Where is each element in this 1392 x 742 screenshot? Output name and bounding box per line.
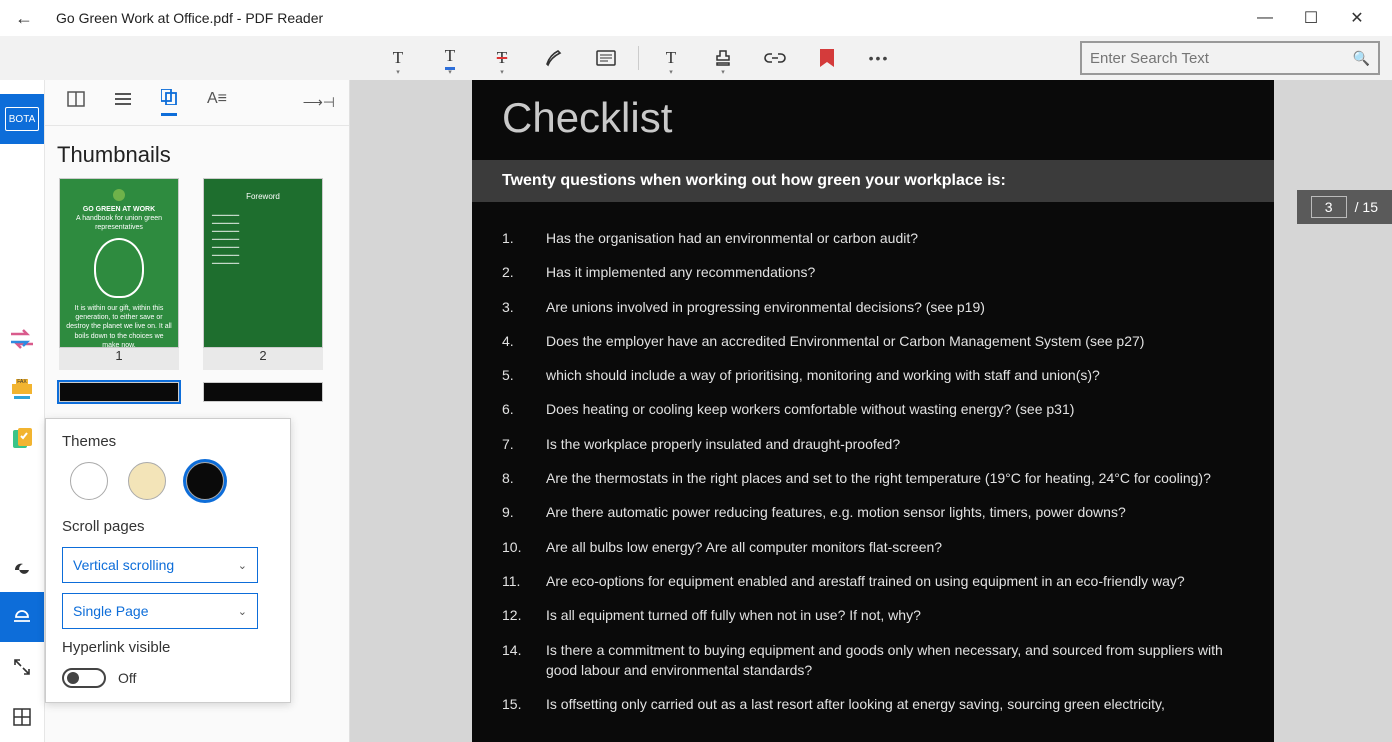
search-box[interactable]: 🔍: [1080, 41, 1380, 75]
title-bar: ← Go Green Work at Office.pdf - PDF Read…: [0, 0, 1392, 36]
hyperlink-label: Hyperlink visible: [62, 639, 274, 656]
list-item: 3.Are unions involved in progressing env…: [502, 297, 1244, 317]
left-rail: BOTA FAX: [0, 80, 44, 742]
scroll-label: Scroll pages: [62, 518, 274, 535]
thumbnail-grid: GO GREEN AT WORKA handbook for union gre…: [45, 178, 349, 402]
bookmark-icon: [820, 49, 834, 67]
window-title: Go Green Work at Office.pdf - PDF Reader: [56, 10, 323, 26]
bookmark-tool[interactable]: [801, 38, 853, 78]
page-mode-select[interactable]: Single Page⌄: [62, 593, 258, 629]
list-item: 14. Is there a commitment to buying equi…: [502, 640, 1244, 681]
theme-sepia[interactable]: [128, 462, 166, 500]
minimize-button[interactable]: —: [1242, 9, 1288, 27]
night-mode-icon[interactable]: [0, 542, 44, 592]
text-tool[interactable]: T: [645, 38, 697, 78]
theme-dark[interactable]: [186, 462, 224, 500]
more-tools[interactable]: •••: [853, 38, 905, 78]
strikethrough-tool[interactable]: T: [476, 38, 528, 78]
svg-text:FAX: FAX: [17, 379, 27, 385]
fax-icon[interactable]: FAX: [0, 364, 44, 414]
grid-view-icon[interactable]: [0, 692, 44, 742]
side-panel: A≡ ⟶⊣ Thumbnails GO GREEN AT WORKA handb…: [44, 80, 350, 742]
stamp-tool[interactable]: [697, 38, 749, 78]
bota-button[interactable]: BOTA: [0, 94, 44, 144]
pdf-page: Checklist Twenty questions when working …: [472, 80, 1274, 742]
panel-title: Thumbnails: [45, 126, 349, 178]
chevron-down-icon: ⌄: [238, 559, 247, 572]
current-page-input[interactable]: 3: [1311, 196, 1347, 218]
note-tool[interactable]: [580, 38, 632, 78]
list-item: 10. Are all bulbs low energy? Are all co…: [502, 537, 1244, 557]
hyperlink-toggle[interactable]: [62, 668, 106, 688]
list-item: 2.Has it implemented any recommendations…: [502, 262, 1244, 282]
search-input[interactable]: [1090, 50, 1353, 67]
thumbnail-1[interactable]: GO GREEN AT WORKA handbook for union gre…: [53, 178, 185, 370]
list-item: 6.Does heating or cooling keep workers c…: [502, 399, 1244, 419]
chevron-down-icon: ⌄: [238, 605, 247, 618]
list-item: 5.which should include a way of prioriti…: [502, 365, 1244, 385]
tab-bookmarks[interactable]: [67, 91, 85, 115]
list-item: 4. Does the employer have an accredited …: [502, 331, 1244, 351]
theme-swatches: [62, 462, 274, 500]
tab-annotations[interactable]: A≡: [207, 90, 227, 116]
highlight-tool[interactable]: T: [372, 38, 424, 78]
tab-outline[interactable]: [115, 92, 131, 114]
total-pages: / 15: [1355, 199, 1378, 215]
list-item: 8. Are the thermostats in the right plac…: [502, 468, 1244, 488]
back-button[interactable]: ←: [12, 8, 36, 29]
undo-redo-icon[interactable]: [0, 314, 44, 364]
list-item: 9.Are there automatic power reducing fea…: [502, 502, 1244, 522]
question-list: 1.Has the organisation had an environmen…: [472, 202, 1274, 714]
panel-tabs: A≡ ⟶⊣: [45, 80, 349, 126]
list-item: 1.Has the organisation had an environmen…: [502, 228, 1244, 248]
thumbnail-3[interactable]: [53, 382, 185, 402]
page-number-widget[interactable]: 3 / 15: [1297, 190, 1392, 224]
section-header: Twenty questions when working out how gr…: [472, 160, 1274, 202]
link-tool[interactable]: [749, 38, 801, 78]
close-button[interactable]: ✕: [1334, 8, 1380, 28]
toggle-state-label: Off: [118, 670, 136, 686]
page-title: Checklist: [472, 80, 1274, 160]
thumbnail-4[interactable]: [197, 382, 329, 402]
theme-light[interactable]: [70, 462, 108, 500]
document-area[interactable]: Checklist Twenty questions when working …: [350, 80, 1392, 742]
forms-icon[interactable]: [0, 414, 44, 464]
list-item: 11. Are eco-options for equipment enable…: [502, 571, 1244, 591]
tab-thumbnails[interactable]: [161, 89, 177, 116]
view-settings-icon[interactable]: [0, 592, 44, 642]
maximize-button[interactable]: ☐: [1288, 8, 1334, 28]
view-settings-popup: Themes Scroll pages Vertical scrolling⌄ …: [45, 418, 291, 703]
pin-panel-icon[interactable]: ⟶⊣: [303, 94, 335, 111]
thumbnail-2[interactable]: Foreword━━━━━━━━━━━━━━━━━━━━━━━━━━━━━━━━…: [197, 178, 329, 370]
themes-label: Themes: [62, 433, 274, 450]
underline-tool[interactable]: T: [424, 38, 476, 78]
search-icon[interactable]: 🔍: [1353, 50, 1370, 67]
fullscreen-icon[interactable]: [0, 642, 44, 692]
scroll-mode-select[interactable]: Vertical scrolling⌄: [62, 547, 258, 583]
list-item: 12. Is all equipment turned off fully wh…: [502, 605, 1244, 625]
annotation-toolbar: T T T T ••• 🔍: [0, 36, 1392, 80]
list-item: 7.Is the workplace properly insulated an…: [502, 434, 1244, 454]
ink-tool[interactable]: [528, 38, 580, 78]
list-item: 15. Is offsetting only carried out as a …: [502, 694, 1244, 714]
